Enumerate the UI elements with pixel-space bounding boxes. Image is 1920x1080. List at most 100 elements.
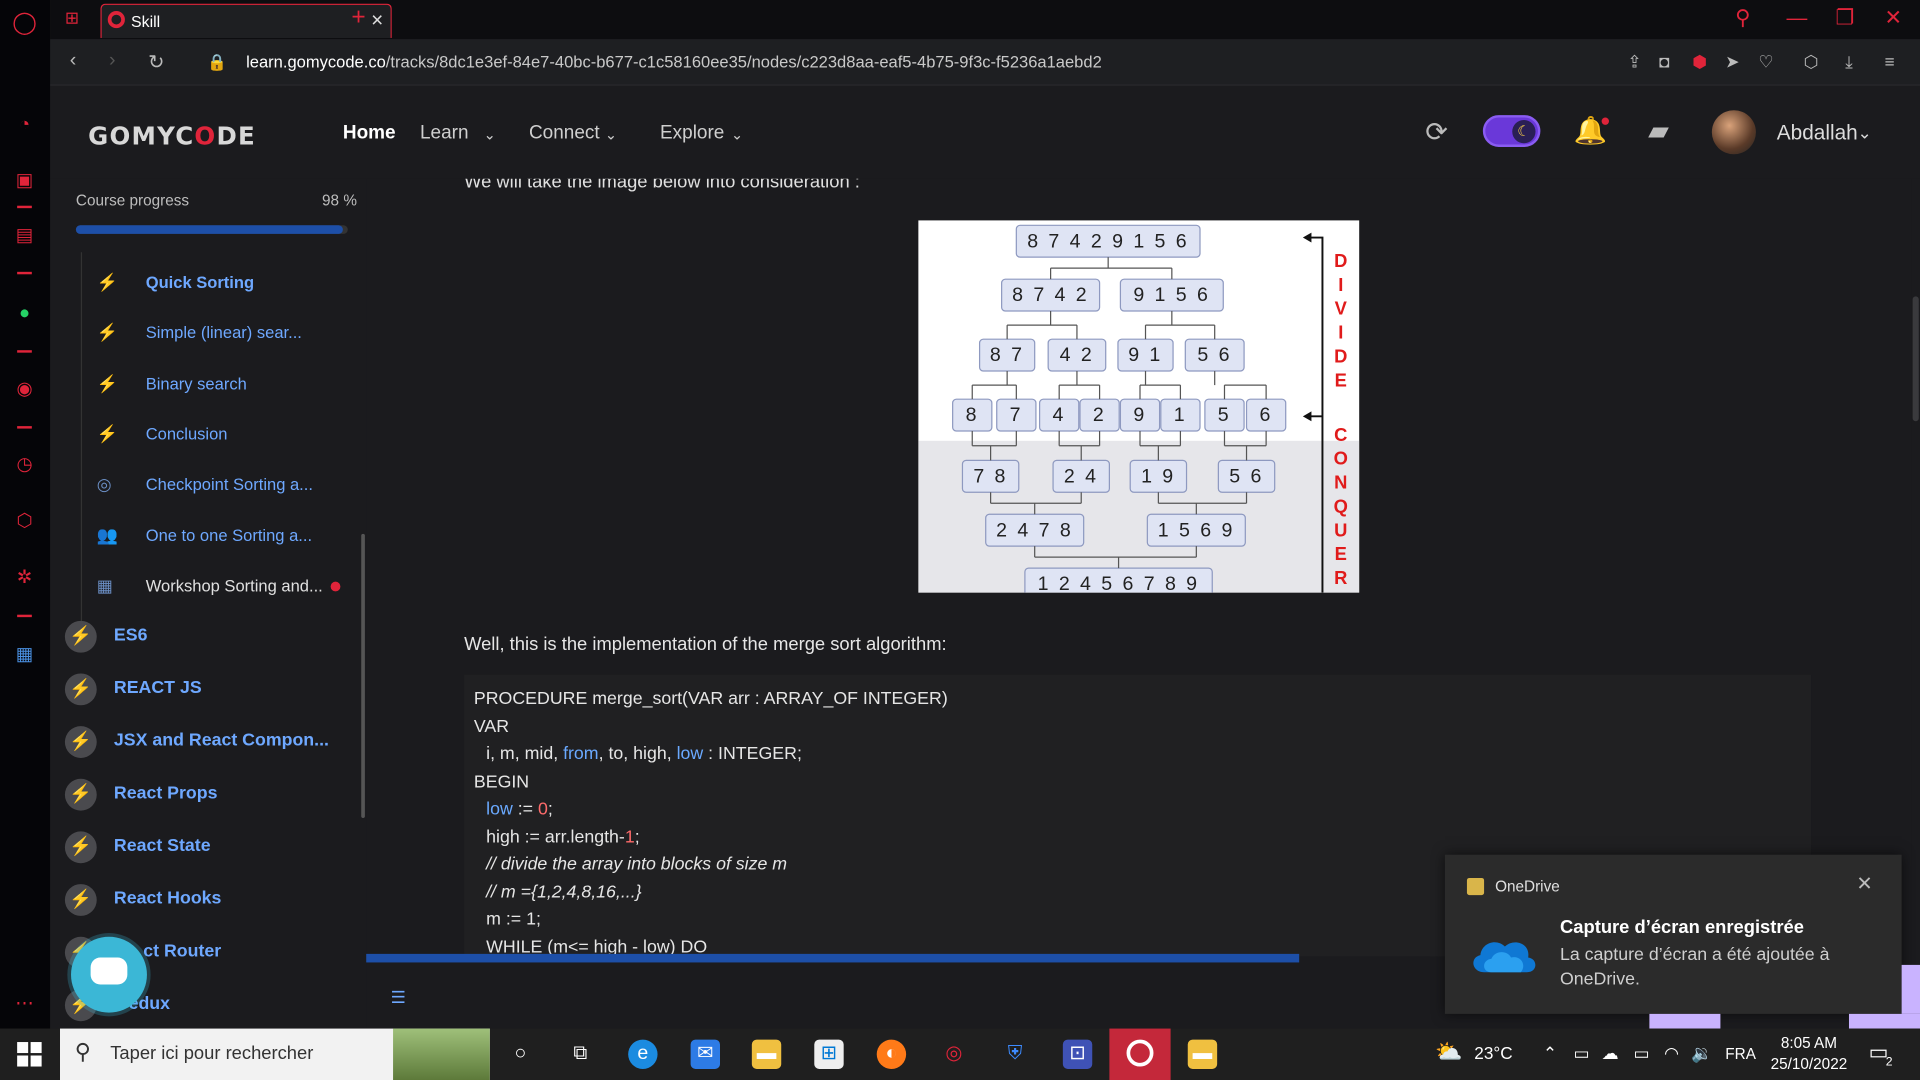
refresh-icon[interactable]: ⟳ [1425, 116, 1448, 148]
box-icon[interactable]: ⬡ [1804, 51, 1819, 72]
opera-active-app[interactable] [1109, 1028, 1171, 1080]
history-icon[interactable]: ◷ [12, 453, 36, 477]
diagram-vertical-letter: D [1334, 250, 1347, 271]
chevron-down-icon[interactable]: ⌄ [731, 126, 743, 143]
page-scrollbar[interactable] [1911, 178, 1920, 1029]
menu-icon[interactable]: ≡ [1884, 51, 1894, 71]
camera-icon[interactable]: ◘ [1659, 51, 1669, 71]
avatar[interactable] [1711, 110, 1756, 155]
module-react-state[interactable]: ⚡ React State [64, 831, 359, 865]
twitch-icon[interactable]: ▤ [12, 224, 36, 248]
module-react-js[interactable]: ⚡ REACT JS [64, 673, 359, 707]
taskbar-search[interactable]: ⚲ Taper ici pour rechercher [60, 1028, 490, 1080]
language-indicator[interactable]: FRA [1725, 1046, 1756, 1063]
diagram-box-label: 4 [1053, 404, 1066, 426]
edge-icon[interactable]: e [628, 1039, 658, 1069]
progress-fill [75, 225, 343, 234]
send-icon[interactable]: ➤ [1725, 51, 1739, 72]
diagram-box-label: 2 4 7 8 [996, 519, 1073, 541]
implementation-text: Well, this is the implementation of the … [464, 634, 947, 656]
nav-explore[interactable]: Explore [660, 122, 724, 144]
chevron-down-icon[interactable]: ⌄ [484, 126, 496, 143]
onedrive-cloud-icon [1473, 942, 1536, 973]
sidebar-scrollbar[interactable] [361, 533, 365, 818]
volume-icon[interactable]: 🔉 [1691, 1043, 1712, 1064]
back-icon[interactable]: ‹ [70, 50, 77, 72]
table-of-contents-icon[interactable]: ☰ [391, 987, 406, 1008]
target-icon: ◎ [96, 473, 112, 494]
lesson-workshop[interactable]: ▦ Workshop Sorting and... [94, 576, 363, 603]
opera-logo-icon[interactable]: ◯ [12, 10, 37, 34]
folder-icon[interactable]: ▬ [1187, 1039, 1218, 1069]
opera-gx-icon[interactable]: ◎ [939, 1040, 968, 1069]
clock[interactable]: 8:05 AM 25/10/2022 [1771, 1033, 1848, 1075]
module-jsx[interactable]: ⚡ JSX and React Compon... [64, 726, 359, 760]
lesson-binary-search[interactable]: ⚡ Binary search [94, 373, 363, 400]
horizontal-scrollbar[interactable] [366, 953, 1300, 963]
cube-icon[interactable]: ⬡ [12, 509, 36, 533]
vpn-icon[interactable]: ⬢ [1692, 51, 1707, 72]
cortana-icon[interactable]: ○ [506, 1040, 535, 1069]
windows-start-icon[interactable] [17, 1042, 42, 1067]
module-es6[interactable]: ⚡ ES6 [64, 620, 359, 655]
lesson-simple-linear-search[interactable]: ⚡ Simple (linear) sear... [94, 322, 363, 349]
onedrive-notification[interactable]: OneDrive ✕ Capture d’écran enregistrée L… [1444, 854, 1902, 1014]
network-cloud-icon[interactable]: ☁ [1602, 1043, 1619, 1064]
close-tab-icon[interactable]: × [371, 9, 383, 33]
mail-icon[interactable]: ✉ [690, 1039, 721, 1069]
chevron-down-icon[interactable]: ⌄ [605, 126, 617, 143]
translate-icon[interactable]: ▦ [12, 643, 36, 667]
module-react-props[interactable]: ⚡ React Props [64, 778, 359, 813]
user-name[interactable]: Abdallah [1777, 121, 1858, 145]
meet-icon[interactable]: ▭ [1573, 1043, 1589, 1064]
lock-icon[interactable]: 🔒 [207, 53, 227, 73]
code-comment: // divide the array into blocks of size … [486, 854, 788, 875]
lesson-conclusion[interactable]: ⚡ Conclusion [94, 424, 363, 451]
weather-icon[interactable]: ⛅ [1435, 1040, 1462, 1066]
speed-dial-icon[interactable]: ◔ [12, 113, 36, 137]
settings-icon[interactable]: ✲ [12, 566, 36, 590]
browser-tab[interactable]: Skill × [100, 3, 392, 38]
nav-home[interactable]: Home [343, 122, 396, 144]
firefox-icon[interactable]: ◐ [876, 1039, 907, 1069]
lesson-one-to-one[interactable]: 👥 One to one Sorting a... [94, 525, 363, 552]
gomycode-logo[interactable]: GOMYCODE [88, 121, 256, 150]
dark-mode-toggle[interactable]: ☾ [1482, 115, 1541, 147]
search-icon[interactable]: ⚲ [1735, 6, 1750, 30]
whatsapp-icon[interactable]: ● [12, 301, 36, 325]
lesson-checkpoint[interactable]: ◎ Checkpoint Sorting a... [94, 474, 363, 501]
bolt-icon: ⚡ [64, 673, 97, 706]
close-window-icon[interactable]: ✕ [1884, 6, 1901, 30]
player-icon[interactable]: ◉ [12, 377, 36, 401]
nav-connect[interactable]: Connect [529, 122, 600, 144]
teams-icon[interactable]: ⊡ [1062, 1039, 1093, 1069]
restore-icon[interactable]: ❐ [1836, 6, 1855, 30]
chat-support-button[interactable] [71, 936, 147, 1013]
url-field[interactable]: learn.gomycode.co/tracks/8dc1e3ef-84e7-4… [246, 53, 1102, 71]
forward-icon[interactable]: › [109, 50, 116, 72]
file-explorer-icon[interactable]: ▬ [751, 1039, 782, 1069]
share-icon[interactable]: ⇪ [1627, 51, 1641, 72]
chevron-down-icon[interactable]: ⌄ [1858, 122, 1872, 143]
task-view-icon[interactable]: ⧉ [566, 1040, 595, 1069]
more-icon[interactable]: ⋯ [12, 992, 36, 1016]
download-icon[interactable]: ⤓ [1845, 51, 1853, 72]
close-notification-icon[interactable]: ✕ [1856, 872, 1872, 896]
weather-temp[interactable]: 23°C [1474, 1043, 1512, 1063]
lesson-quick-sorting[interactable]: ⚡ Quick Sorting [94, 272, 363, 299]
defender-icon[interactable]: ⛨ [1000, 1040, 1029, 1069]
chevron-up-icon[interactable]: ⌃ [1543, 1043, 1557, 1064]
nav-learn[interactable]: Learn [420, 122, 469, 144]
minimize-icon[interactable]: — [1787, 6, 1808, 30]
gx-icon[interactable]: ⊞ [65, 7, 79, 28]
briefcase-icon[interactable]: ▣ [12, 169, 36, 193]
wifi-icon[interactable]: ◠ [1664, 1043, 1679, 1064]
new-tab-icon[interactable]: + [351, 4, 365, 32]
store-icon[interactable]: ⊞ [814, 1039, 844, 1069]
heart-icon[interactable]: ♡ [1758, 51, 1773, 72]
battery-icon[interactable]: ▭ [1633, 1043, 1649, 1064]
module-react-hooks[interactable]: ⚡ React Hooks [64, 884, 359, 918]
messages-icon[interactable]: ▰ [1648, 115, 1669, 147]
reload-icon[interactable]: ↻ [148, 50, 164, 74]
url-path: /tracks/8dc1e3ef-84e7-40bc-b677-c1c58160… [385, 52, 1102, 72]
